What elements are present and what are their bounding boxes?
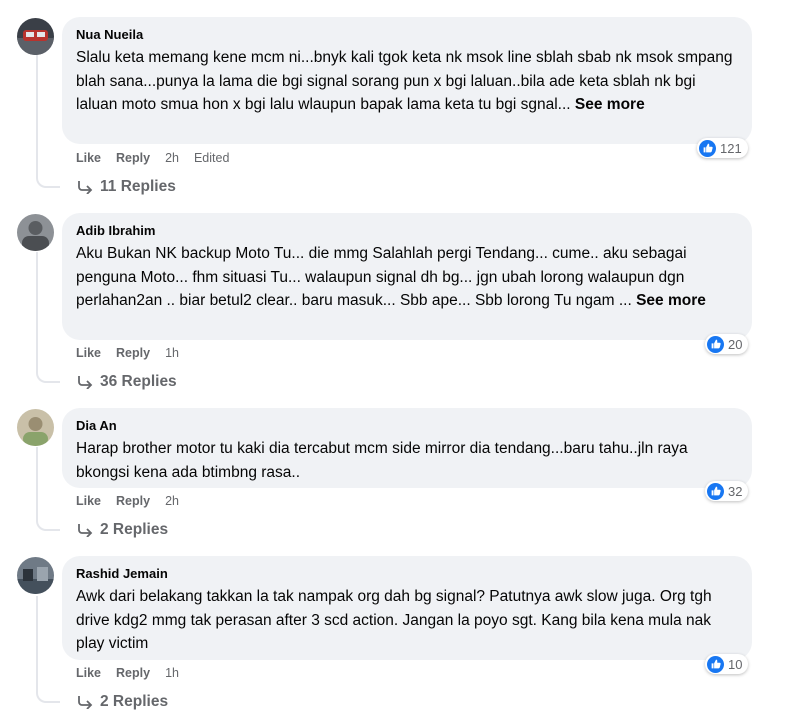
thread-connector — [36, 174, 60, 188]
like-reaction-icon — [699, 139, 716, 157]
like-button[interactable]: Like — [76, 666, 101, 680]
comment-bubble: Dia An Harap brother motor tu kaki dia t… — [62, 408, 752, 488]
comment-text: Slalu keta memang kene mcm ni...bnyk kal… — [76, 46, 738, 117]
reply-arrow-icon — [78, 696, 93, 709]
comment-timestamp[interactable]: 2h — [165, 494, 179, 508]
comment-timestamp[interactable]: 2h — [165, 151, 179, 165]
avatar[interactable] — [17, 214, 54, 251]
replies-count-label: 2 Replies — [100, 521, 169, 538]
avatar-image — [17, 18, 54, 55]
avatar[interactable] — [17, 18, 54, 55]
comment-text: Aku Bukan NK backup Moto Tu... die mmg S… — [76, 242, 738, 313]
like-reaction-icon — [707, 335, 724, 353]
reply-arrow-icon — [78, 376, 93, 389]
comment-text: Harap brother motor tu kaki dia tercabut… — [76, 437, 738, 484]
reaction-count[interactable]: 10 — [705, 654, 749, 674]
avatar[interactable] — [17, 557, 54, 594]
avatar[interactable] — [17, 409, 54, 446]
like-reaction-icon — [707, 655, 724, 673]
comment-actions: Like Reply 1h — [76, 344, 179, 362]
avatar-image — [17, 557, 54, 594]
view-replies-button[interactable]: 2 Replies — [77, 693, 168, 711]
like-button[interactable]: Like — [76, 494, 101, 508]
like-button[interactable]: Like — [76, 151, 101, 165]
thread-connector — [36, 689, 60, 703]
reply-button[interactable]: Reply — [116, 494, 150, 508]
reply-arrow-icon — [78, 524, 93, 537]
comment-bubble: Nua Nueila Slalu keta memang kene mcm ni… — [62, 17, 752, 144]
comment-actions: Like Reply 2h Edited — [76, 149, 229, 167]
comment-body: Harap brother motor tu kaki dia tercabut… — [76, 440, 688, 481]
edited-label[interactable]: Edited — [194, 151, 229, 165]
comment-actions: Like Reply 1h — [76, 664, 179, 682]
replies-count-label: 36 Replies — [100, 373, 177, 390]
comment-text: Awk dari belakang takkan la tak nampak o… — [76, 585, 738, 656]
like-reaction-icon — [707, 482, 724, 500]
avatar-image — [17, 214, 54, 251]
view-replies-button[interactable]: 11 Replies — [77, 178, 176, 196]
view-replies-button[interactable]: 2 Replies — [77, 521, 168, 539]
like-button[interactable]: Like — [76, 346, 101, 360]
thread-line — [36, 447, 38, 517]
replies-count-label: 11 Replies — [100, 178, 176, 195]
reply-button[interactable]: Reply — [116, 666, 150, 680]
reaction-count[interactable]: 121 — [697, 138, 748, 158]
reaction-count[interactable]: 32 — [705, 481, 749, 501]
thread-line — [36, 55, 38, 175]
comment-author[interactable]: Adib Ibrahim — [76, 222, 738, 239]
thread-connector — [36, 369, 60, 383]
see-more-link[interactable]: See more — [575, 96, 645, 113]
reply-button[interactable]: Reply — [116, 346, 150, 360]
comment-actions: Like Reply 2h — [76, 492, 179, 510]
thread-connector — [36, 517, 60, 531]
comment-body: Awk dari belakang takkan la tak nampak o… — [76, 588, 712, 652]
thread-line — [36, 596, 38, 689]
reaction-count[interactable]: 20 — [705, 334, 749, 354]
comment-timestamp[interactable]: 1h — [165, 666, 179, 680]
comment-author[interactable]: Nua Nueila — [76, 26, 738, 43]
comment-timestamp[interactable]: 1h — [165, 346, 179, 360]
comment-bubble: Rashid Jemain Awk dari belakang takkan l… — [62, 556, 752, 660]
comment-body: Aku Bukan NK backup Moto Tu... die mmg S… — [76, 245, 687, 309]
view-replies-button[interactable]: 36 Replies — [77, 373, 177, 391]
reaction-number: 121 — [720, 140, 742, 156]
see-more-link[interactable]: See more — [636, 292, 706, 309]
reply-button[interactable]: Reply — [116, 151, 150, 165]
comment-author[interactable]: Rashid Jemain — [76, 565, 738, 582]
avatar-image — [17, 409, 54, 446]
reaction-number: 20 — [728, 336, 743, 352]
comment-bubble: Adib Ibrahim Aku Bukan NK backup Moto Tu… — [62, 213, 752, 340]
reaction-number: 10 — [728, 656, 743, 672]
thread-line — [36, 252, 38, 369]
replies-count-label: 2 Replies — [100, 693, 169, 710]
reaction-number: 32 — [728, 483, 743, 499]
comment-author[interactable]: Dia An — [76, 417, 738, 434]
reply-arrow-icon — [78, 181, 93, 194]
